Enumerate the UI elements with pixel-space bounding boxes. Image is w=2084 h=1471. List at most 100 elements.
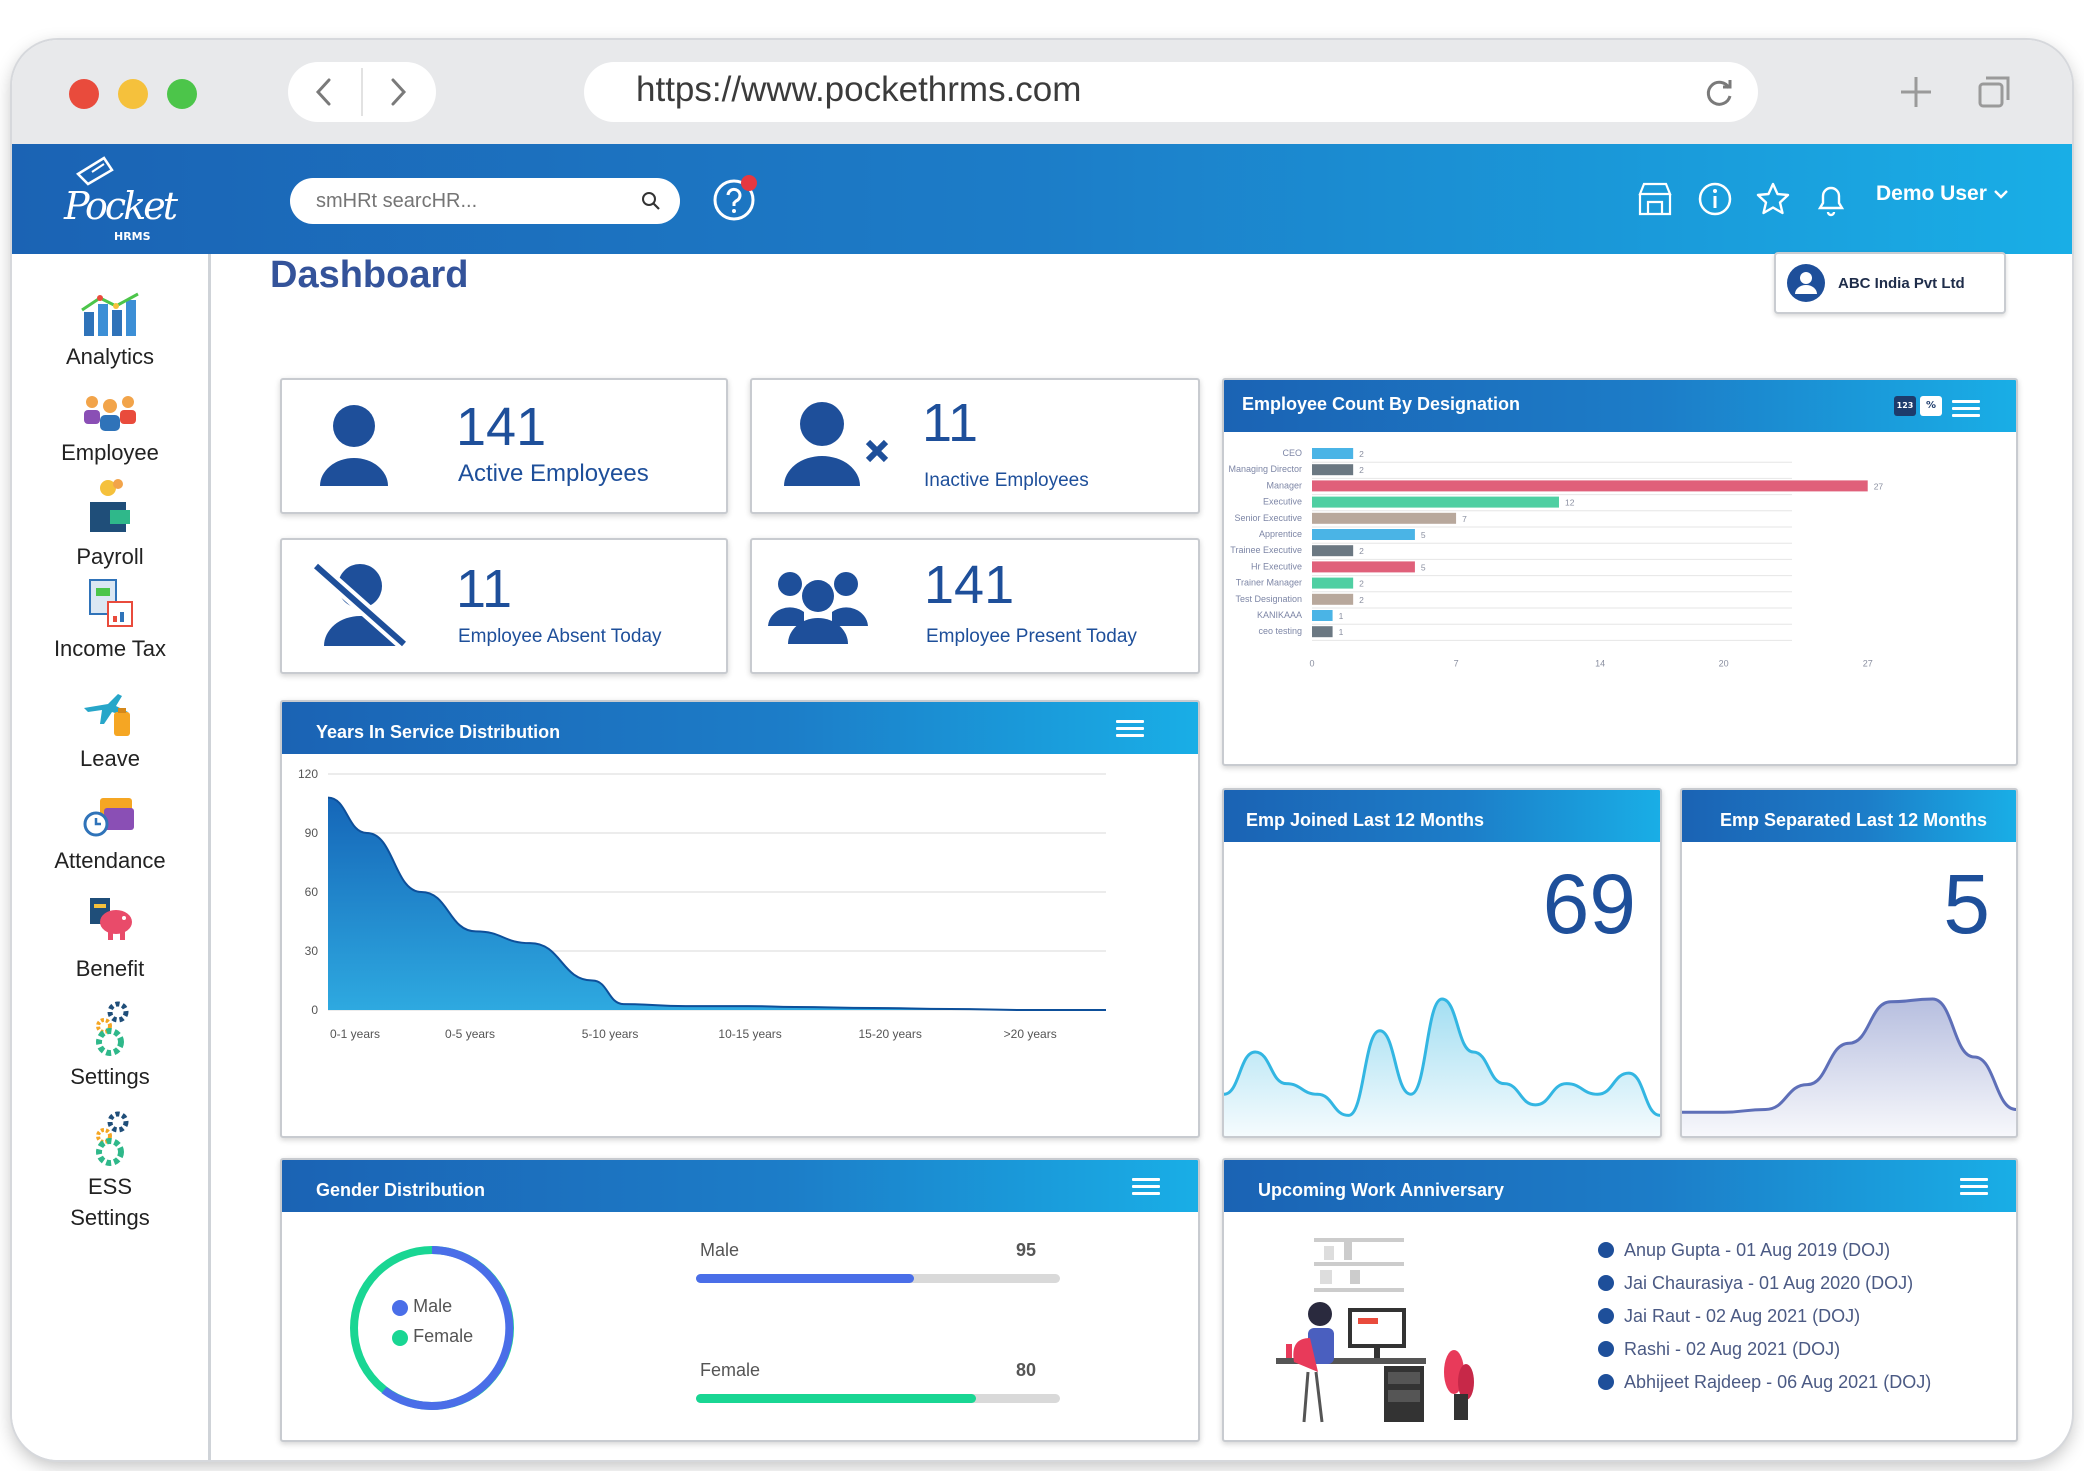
anniversary-item-text: Rashi - 02 Aug 2021 (DOJ) bbox=[1624, 1339, 1841, 1359]
absent-today-card[interactable]: 11 Employee Absent Today bbox=[280, 538, 728, 674]
category-label: KANIKAAA bbox=[1257, 610, 1302, 620]
new-tab-icon[interactable] bbox=[1898, 74, 1934, 110]
sidebar-item-settings[interactable]: Settings bbox=[12, 1000, 208, 1090]
browser-toolbar: https://www.pockethrms.com bbox=[12, 40, 2072, 144]
tabs-overview-icon[interactable] bbox=[1976, 74, 2012, 110]
anniversary-item[interactable]: Rashi - 02 Aug 2021 (DOJ) bbox=[1598, 1339, 1840, 1360]
active-employees-value: 141 bbox=[456, 397, 547, 457]
male-bar-value: 95 bbox=[1016, 1240, 1037, 1260]
count-toggle-button[interactable]: 123 bbox=[1894, 396, 1916, 416]
female-bar-track bbox=[696, 1394, 1060, 1403]
x-tick-label: 27 bbox=[1863, 658, 1873, 668]
absent-today-label: Employee Absent Today bbox=[458, 626, 662, 647]
anniversary-bullet bbox=[1598, 1242, 1614, 1258]
user-menu[interactable]: Demo User bbox=[1876, 182, 2009, 206]
present-today-label: Employee Present Today bbox=[926, 626, 1137, 647]
joined-panel-title: Emp Joined Last 12 Months bbox=[1246, 810, 1485, 830]
gender-legend-female[interactable]: Female bbox=[392, 1326, 473, 1347]
sidebar-item-leave[interactable]: Leave bbox=[12, 690, 208, 772]
store-icon[interactable] bbox=[1636, 180, 1674, 218]
inactive-employees-value: 11 bbox=[922, 393, 979, 453]
reload-icon[interactable] bbox=[1702, 76, 1736, 110]
joined-panel: Emp Joined Last 12 Months 69 bbox=[1222, 788, 1662, 1138]
inactive-employees-card[interactable]: 11 Inactive Employees bbox=[750, 378, 1200, 514]
url-text: https://www.pockethrms.com bbox=[636, 70, 1082, 109]
years-service-area-chart: 0 30 60 90 120 0-1 years 0-5 years 5-10 years 10… bbox=[298, 767, 1106, 1041]
bar bbox=[1312, 626, 1333, 638]
female-bar-value: 80 bbox=[1016, 1360, 1037, 1380]
gender-menu-icon[interactable] bbox=[1132, 1178, 1160, 1195]
sidebar-item-ess-settings[interactable]: ESS Settings bbox=[12, 1110, 208, 1236]
bar-value-label: 2 bbox=[1359, 449, 1364, 459]
analytics-icon bbox=[81, 292, 139, 336]
anniversary-item[interactable]: Anup Gupta - 01 Aug 2019 (DOJ) bbox=[1598, 1240, 1890, 1261]
bar-value-label: 5 bbox=[1421, 562, 1426, 572]
anniversary-item[interactable]: Jai Raut - 02 Aug 2021 (DOJ) bbox=[1598, 1306, 1860, 1327]
chevron-down-icon bbox=[1993, 190, 2008, 199]
office-worker-illustration bbox=[1276, 1238, 1474, 1423]
anniversary-bullet bbox=[1598, 1308, 1614, 1324]
sidebar-item-income-tax[interactable]: Income Tax bbox=[12, 576, 208, 662]
bar-value-label: 1 bbox=[1339, 611, 1344, 621]
logo-text: Pocket bbox=[64, 184, 178, 228]
nav-buttons bbox=[288, 62, 436, 122]
bar bbox=[1312, 561, 1415, 573]
years-service-menu-icon[interactable] bbox=[1116, 720, 1144, 737]
pocket-hrms-logo[interactable]: Pocket HRMS bbox=[64, 154, 178, 244]
bar-value-label: 2 bbox=[1359, 546, 1364, 556]
bar-value-label: 7 bbox=[1462, 514, 1467, 524]
anniversary-bullet bbox=[1598, 1275, 1614, 1291]
x-tick-label: 0-5 years bbox=[445, 1027, 495, 1041]
search-button[interactable] bbox=[632, 182, 670, 220]
address-bar[interactable]: https://www.pockethrms.com bbox=[584, 62, 1758, 122]
percent-toggle-button[interactable]: % bbox=[1920, 396, 1942, 416]
notification-bell-icon[interactable] bbox=[1812, 180, 1850, 218]
male-bar-fill bbox=[696, 1274, 915, 1283]
anniversary-bullet bbox=[1598, 1374, 1614, 1390]
bar-value-label: 5 bbox=[1421, 530, 1426, 540]
sidebar-item-label: ESS bbox=[87, 1174, 133, 1199]
search-input[interactable] bbox=[290, 178, 620, 224]
sidebar-item-payroll[interactable]: Payroll bbox=[12, 476, 208, 570]
present-today-card[interactable]: 141 Employee Present Today bbox=[750, 538, 1200, 674]
help-button[interactable] bbox=[712, 174, 762, 224]
anniversary-item[interactable]: Abhijeet Rajdeep - 06 Aug 2021 (DOJ) bbox=[1598, 1372, 1931, 1393]
sidebar-item-attendance[interactable]: Attendance bbox=[12, 794, 208, 874]
sidebar-item-benefit[interactable]: Benefit bbox=[12, 894, 208, 982]
category-label: Apprentice bbox=[1259, 529, 1302, 539]
maximize-window-button[interactable] bbox=[167, 79, 197, 109]
anniversary-item-text: Jai Chaurasiya - 01 Aug 2020 (DOJ) bbox=[1624, 1273, 1914, 1293]
favorites-star-icon[interactable] bbox=[1754, 180, 1792, 218]
designation-menu-icon[interactable] bbox=[1952, 400, 1980, 417]
search-box bbox=[290, 178, 680, 224]
benefit-icon bbox=[90, 898, 132, 940]
anniversary-item[interactable]: Jai Chaurasiya - 01 Aug 2020 (DOJ) bbox=[1598, 1273, 1913, 1294]
company-selector[interactable]: ABC India Pvt Ltd bbox=[1774, 252, 2006, 314]
minimize-window-button[interactable] bbox=[118, 79, 148, 109]
sidebar-item-employee[interactable]: Employee bbox=[12, 390, 208, 466]
x-tick-label: 14 bbox=[1595, 658, 1605, 668]
settings-icon bbox=[96, 1001, 129, 1056]
close-window-button[interactable] bbox=[69, 79, 99, 109]
category-label: Managing Director bbox=[1228, 464, 1302, 474]
bar bbox=[1312, 577, 1354, 589]
sidebar-item-analytics[interactable]: Analytics bbox=[12, 288, 208, 370]
gender-legend-male[interactable]: Male bbox=[392, 1296, 452, 1317]
info-icon[interactable] bbox=[1696, 180, 1734, 218]
sparkline-fill bbox=[1224, 999, 1660, 1136]
active-employees-card[interactable]: 141 Active Employees bbox=[280, 378, 728, 514]
female-bar-label: Female bbox=[700, 1360, 761, 1380]
forward-button[interactable] bbox=[380, 74, 416, 110]
x-tick-label: 5-10 years bbox=[582, 1027, 639, 1041]
back-button[interactable] bbox=[306, 74, 342, 110]
bar bbox=[1312, 545, 1354, 557]
leave-icon bbox=[84, 694, 130, 736]
anniversary-menu-icon[interactable] bbox=[1960, 1178, 1988, 1195]
ess-settings-icon bbox=[96, 1111, 129, 1166]
user-icon bbox=[320, 405, 388, 486]
sidebar-item-label: Income Tax bbox=[53, 636, 167, 661]
sidebar-item-label: Settings bbox=[70, 1064, 150, 1089]
designation-panel: Employee Count By Designation 123 % CEO 2… bbox=[1222, 378, 2018, 766]
separated-panel-header: Emp Separated Last 12 Months bbox=[1682, 790, 2016, 842]
category-label: Trainee Executive bbox=[1230, 545, 1302, 555]
